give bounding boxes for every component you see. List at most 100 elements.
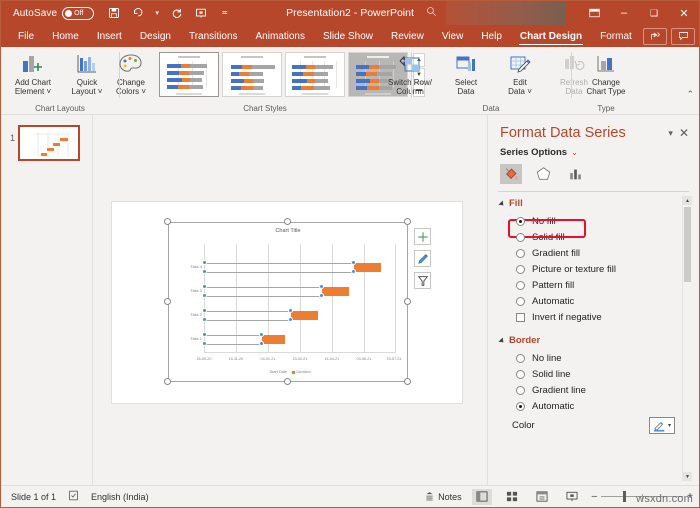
slide-canvas[interactable]: Chart Title Task 4 Task 3 Task 2 Task 1 … [111,201,463,404]
data-marker[interactable] [202,260,207,265]
chart-styles-button[interactable] [414,250,431,267]
data-marker[interactable] [202,284,207,289]
tab-transitions[interactable]: Transitions [180,25,247,47]
resize-handle-bottom-left[interactable] [164,378,171,385]
radio-picture-or-texture-fill[interactable] [516,264,525,274]
data-marker[interactable] [202,308,207,313]
option-picture-or-texture-fill[interactable]: Picture or texture fill [488,261,699,277]
duration-bar-task-3[interactable] [322,287,349,296]
radio-gradient-fill[interactable] [516,248,525,258]
edit-data-button[interactable]: Edit Data ˅ [494,49,546,96]
chart-style-option-1[interactable] [159,52,219,97]
legend-item-duration[interactable]: Duration [291,370,311,374]
effects-tab[interactable] [532,164,554,184]
change-colors-button[interactable]: Change Colors ˅ [105,49,157,96]
tab-insert[interactable]: Insert [88,25,131,47]
chart-legend[interactable]: Start Date Duration [168,370,408,374]
resize-handle-top-left[interactable] [164,218,171,225]
undo-icon[interactable] [130,6,145,21]
resize-handle-top-center[interactable] [284,218,291,225]
chart-filters-button[interactable] [414,272,431,289]
radio-solid-fill[interactable] [516,232,525,242]
slide-indicator[interactable]: Slide 1 of 1 [11,492,56,502]
radio-no-line[interactable] [516,353,525,363]
radio-gradient-line[interactable] [516,385,525,395]
data-marker[interactable] [288,317,294,322]
option-no-fill[interactable]: No fill [488,213,699,229]
ribbon-display-options-button[interactable] [579,1,609,25]
tab-view[interactable]: View [433,25,473,47]
slide-sorter-button[interactable] [502,489,522,505]
chevron-down-icon[interactable]: ▾ [668,422,671,429]
maximize-button[interactable]: ❑ [639,1,669,25]
data-marker[interactable] [202,332,207,337]
chart-style-option-2[interactable] [222,52,282,97]
data-marker[interactable] [350,269,356,274]
radio-fill-automatic[interactable] [516,296,525,306]
tab-review[interactable]: Review [382,25,433,47]
option-solid-line[interactable]: Solid line [488,366,699,382]
chart-elements-button[interactable] [414,228,431,245]
tab-chart-design[interactable]: Chart Design [511,25,591,47]
redo-icon[interactable] [169,6,184,21]
slide-thumbnail-1[interactable] [18,125,80,161]
chevron-down-icon[interactable]: ▾ [154,6,160,21]
data-marker[interactable] [350,260,356,265]
pane-options-caret-icon[interactable]: ▾ [668,128,673,139]
zoom-out-button[interactable]: – [592,491,598,502]
data-marker[interactable] [319,293,325,298]
data-marker[interactable] [258,332,264,337]
option-pattern-fill[interactable]: Pattern fill [488,277,699,293]
radio-solid-line[interactable] [516,369,525,379]
tab-format[interactable]: Format [591,25,641,47]
series-options-tab[interactable] [564,164,586,184]
data-marker[interactable] [258,341,264,346]
option-border-automatic[interactable]: Automatic [488,398,699,414]
slideshow-button[interactable] [562,489,582,505]
reading-view-button[interactable] [532,489,552,505]
notes-button[interactable]: Notes [424,491,462,502]
comments-button[interactable] [671,27,695,45]
chart-object[interactable]: Chart Title Task 4 Task 3 Task 2 Task 1 … [164,218,411,385]
start-presentation-icon[interactable] [193,6,208,21]
color-picker-button[interactable]: ▾ [649,417,675,434]
checkbox-invert-if-negative[interactable] [516,312,525,322]
duration-bar-task-4[interactable] [353,263,381,272]
resize-handle-bottom-right[interactable] [404,378,411,385]
radio-pattern-fill[interactable] [516,280,525,290]
option-gradient-fill[interactable]: Gradient fill [488,245,699,261]
option-invert-if-negative[interactable]: Invert if negative [488,309,699,325]
fill-and-line-tab[interactable] [500,164,522,184]
autosave-toggle[interactable]: Off [62,6,95,20]
share-button[interactable] [643,27,667,45]
minimize-button[interactable]: – [609,1,639,25]
save-icon[interactable] [106,6,121,21]
option-gradient-line[interactable]: Gradient line [488,382,699,398]
data-marker[interactable] [202,269,207,274]
format-pane-scrollbar[interactable]: ▲ ▼ [682,196,692,481]
customize-qat-icon[interactable]: ≖ [217,6,232,21]
scroll-down-button[interactable]: ▼ [683,472,692,481]
accessibility-checker-icon[interactable] [68,490,79,503]
search-icon[interactable] [421,6,441,20]
tab-help[interactable]: Help [472,25,511,47]
normal-view-button[interactable] [471,488,492,505]
duration-bar-task-1[interactable] [261,335,285,344]
chart-plot-area[interactable]: Task 4 Task 3 Task 2 Task 1 25-09-20 15-… [190,244,401,361]
section-header-border[interactable]: Border [488,335,699,346]
option-solid-fill[interactable]: Solid fill [488,229,699,245]
autosave-control[interactable]: AutoSave Off [13,6,95,20]
option-fill-automatic[interactable]: Automatic [488,293,699,309]
data-marker[interactable] [202,293,207,298]
tab-home[interactable]: Home [43,25,88,47]
option-no-line[interactable]: No line [488,350,699,366]
add-chart-element-button[interactable]: Add Chart Element ˅ [7,49,59,96]
language-indicator[interactable]: English (India) [91,492,149,502]
tab-design[interactable]: Design [131,25,180,47]
resize-handle-bottom-center[interactable] [284,378,291,385]
radio-border-automatic[interactable] [516,401,525,411]
tab-file[interactable]: File [9,25,43,47]
tab-slide-show[interactable]: Slide Show [314,25,382,47]
resize-handle-middle-left[interactable] [164,298,171,305]
scrollbar-thumb[interactable] [684,207,691,282]
